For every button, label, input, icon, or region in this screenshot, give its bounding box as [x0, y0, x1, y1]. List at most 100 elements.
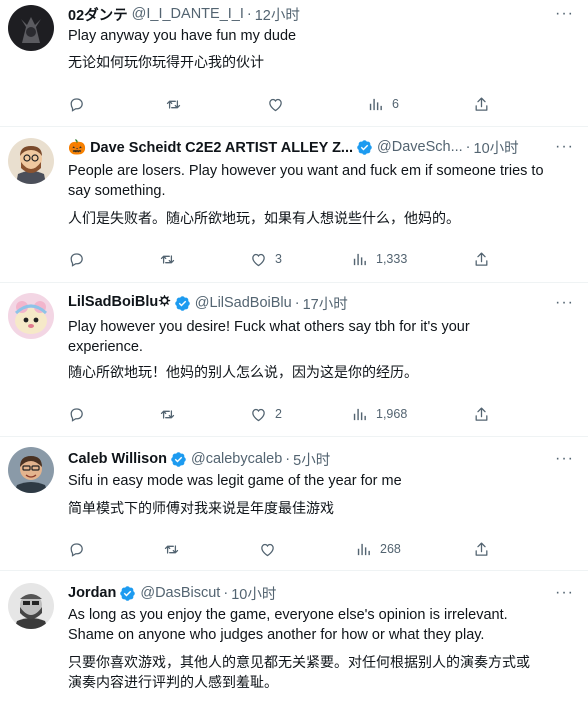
more-options-icon[interactable]: ···	[555, 4, 574, 24]
tweet-text: Sifu in easy mode was legit game of the …	[68, 471, 573, 491]
heart-icon	[250, 406, 267, 423]
avatar[interactable]	[8, 293, 54, 339]
reply-button[interactable]	[68, 249, 93, 269]
tweet-text: As long as you enjoy the game, everyone …	[68, 605, 573, 645]
views-icon	[355, 541, 372, 558]
translation-line: 无论如何玩你玩得开心我的伙计	[68, 55, 264, 71]
share-button[interactable]	[473, 404, 490, 424]
timestamp[interactable]: 10小时	[231, 583, 276, 604]
more-options-icon[interactable]: ···	[555, 137, 574, 157]
tweet-text-line: say something.	[68, 183, 166, 199]
tweet[interactable]: 🎃 Dave Scheidt C2E2 ARTIST ALLEY Z... @D…	[0, 127, 588, 283]
tweet-translation: 人们是失败者。随心所欲地玩，如果有人想说些什么，他妈的。	[68, 209, 578, 229]
author-handle[interactable]: @LilSadBoiBlu	[195, 295, 292, 311]
share-icon	[473, 541, 490, 558]
tweet-translation: 只要你喜欢游戏，其他人的意见都无关紧要。对任何根据别人的演奏方式或 演奏内容进行…	[68, 653, 578, 693]
tweet-actions: 268	[68, 539, 498, 559]
views-button[interactable]: 6	[367, 94, 399, 114]
translation-line: 简单模式下的师傅对我来说是年度最佳游戏	[68, 501, 334, 517]
avatar[interactable]	[8, 447, 54, 493]
reply-icon	[68, 251, 85, 268]
tweet-translation: 简单模式下的师傅对我来说是年度最佳游戏	[68, 499, 578, 519]
verified-badge-icon	[356, 139, 373, 156]
timestamp[interactable]: 5小时	[293, 449, 330, 470]
verified-badge-icon	[119, 585, 136, 602]
reply-button[interactable]	[68, 404, 93, 424]
separator-dot: ·	[294, 295, 300, 311]
more-options-icon[interactable]: ···	[555, 293, 574, 313]
verified-badge-icon	[170, 451, 187, 468]
tweet-actions: 6	[68, 94, 498, 114]
tweet-text-line: Sifu in easy mode was legit game of the …	[68, 473, 402, 489]
tweet-text-line: Play however you desire! Fuck what other…	[68, 319, 470, 335]
author-name[interactable]: Caleb Willison	[68, 451, 167, 467]
share-icon	[473, 406, 490, 423]
views-button[interactable]: 268	[355, 539, 401, 559]
retweet-button[interactable]	[159, 404, 184, 424]
reply-icon	[68, 96, 85, 113]
timestamp[interactable]: 10小时	[474, 137, 519, 158]
translation-line: 人们是失败者。随心所欲地玩，如果有人想说些什么，他妈的。	[68, 211, 460, 227]
tweet-actions: 2 1,968	[68, 404, 498, 424]
heart-icon	[250, 251, 267, 268]
author-handle[interactable]: @calebycaleb	[191, 451, 282, 467]
retweet-icon	[165, 96, 182, 113]
like-button[interactable]	[259, 539, 284, 559]
author-name[interactable]: Jordan	[68, 585, 116, 601]
retweet-icon	[159, 251, 176, 268]
share-button[interactable]	[473, 249, 490, 269]
views-icon	[351, 251, 368, 268]
tweet-text-line: People are losers. Play however you want…	[68, 163, 544, 179]
retweet-icon	[159, 406, 176, 423]
tweet-text-line: Play anyway you have fun my dude	[68, 28, 297, 44]
tweet-text: Play anyway you have fun my dude	[68, 26, 573, 46]
tweet[interactable]: LilSadBoiBlu🌣 @LilSadBoiBlu · 17小时 ··· P…	[0, 283, 588, 437]
heart-icon	[267, 96, 284, 113]
author-name[interactable]: LilSadBoiBlu🌣	[68, 291, 171, 316]
reply-icon	[68, 541, 85, 558]
share-icon	[473, 96, 490, 113]
like-button[interactable]: 2	[250, 404, 282, 424]
views-icon	[367, 96, 384, 113]
retweet-icon	[163, 541, 180, 558]
heart-icon	[259, 541, 276, 558]
author-handle[interactable]: @DasBiscut	[140, 585, 220, 601]
author-handle[interactable]: @I_I_DANTE_I_I	[132, 6, 244, 22]
avatar[interactable]	[8, 138, 54, 184]
views-button[interactable]: 1,333	[351, 249, 407, 269]
author-name[interactable]: 🎃 Dave Scheidt C2E2 ARTIST ALLEY Z...	[68, 139, 353, 156]
views-icon	[351, 406, 368, 423]
tweet-text-line: experience.	[68, 339, 143, 355]
reply-button[interactable]	[68, 539, 93, 559]
tweet-text-line: Shame on anyone who judges another for h…	[68, 627, 485, 643]
views-button[interactable]: 1,968	[351, 404, 407, 424]
reply-icon	[68, 406, 85, 423]
avatar[interactable]	[8, 583, 54, 629]
like-button[interactable]: 3	[250, 249, 282, 269]
more-options-icon[interactable]: ···	[555, 583, 574, 603]
tweet-text-line: As long as you enjoy the game, everyone …	[68, 607, 508, 623]
tweet-actions: 3 1,333	[68, 249, 498, 269]
timestamp[interactable]: 17小时	[303, 293, 348, 314]
like-button[interactable]	[267, 94, 292, 114]
author-handle[interactable]: @DaveSch...	[377, 139, 463, 155]
tweet[interactable]: 02ダンテ @I_I_DANTE_I_I · 12小时 ··· Play any…	[0, 0, 588, 127]
author-name[interactable]: 02ダンテ	[68, 4, 128, 25]
retweet-button[interactable]	[159, 249, 184, 269]
share-button[interactable]	[473, 539, 490, 559]
separator-dot: ·	[246, 6, 252, 22]
tweet-text: Play however you desire! Fuck what other…	[68, 317, 573, 357]
more-options-icon[interactable]: ···	[555, 449, 574, 469]
tweet[interactable]: Caleb Willison @calebycaleb · 5小时 ··· Si…	[0, 437, 588, 571]
tweet-translation: 无论如何玩你玩得开心我的伙计	[68, 53, 578, 73]
avatar[interactable]	[8, 5, 54, 51]
separator-dot: ·	[223, 585, 229, 601]
share-button[interactable]	[473, 94, 490, 114]
retweet-button[interactable]	[165, 94, 190, 114]
timestamp[interactable]: 12小时	[255, 4, 300, 25]
verified-badge-icon	[174, 295, 191, 312]
retweet-button[interactable]	[163, 539, 188, 559]
reply-button[interactable]	[68, 94, 93, 114]
tweet[interactable]: Jordan @DasBiscut · 10小时 ··· As long as …	[0, 571, 588, 703]
tweet-translation: 随心所欲地玩！他妈的别人怎么说，因为这是你的经历。	[68, 363, 578, 383]
